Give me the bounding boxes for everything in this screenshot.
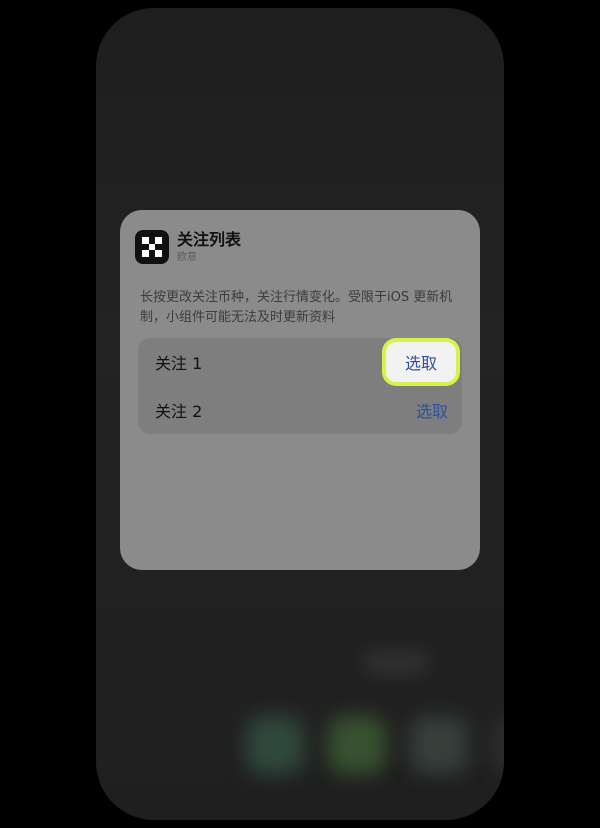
watchlist-options: 关注 1 选取 关注 2 选取 — [138, 338, 462, 434]
app-name: 欧意 — [177, 252, 197, 263]
dock-app-icon — [410, 716, 468, 774]
widget-header: 关注列表 欧意 — [135, 230, 241, 264]
blurred-page-indicator — [364, 650, 428, 676]
dock-app-icon — [492, 716, 504, 774]
list-item[interactable]: 关注 1 选取 — [138, 338, 462, 386]
select-button[interactable]: 选取 — [386, 342, 456, 382]
dock-app-icon — [328, 716, 386, 774]
grid-logo-icon — [135, 230, 169, 264]
select-button[interactable]: 选取 — [416, 398, 448, 422]
blurred-dock — [216, 698, 504, 806]
dock-app-icon — [246, 716, 304, 774]
widget-config-card: 关注列表 欧意 长按更改关注币种，关注行情变化。受限于iOS 更新机制，小组件可… — [120, 210, 480, 570]
row-label: 关注 2 — [155, 402, 203, 421]
widget-description: 长按更改关注币种，关注行情变化。受限于iOS 更新机制，小组件可能无法及时更新资… — [140, 290, 453, 325]
list-item[interactable]: 关注 2 选取 — [138, 386, 462, 434]
widget-title: 关注列表 — [177, 230, 242, 249]
row-label: 关注 1 — [155, 354, 203, 373]
